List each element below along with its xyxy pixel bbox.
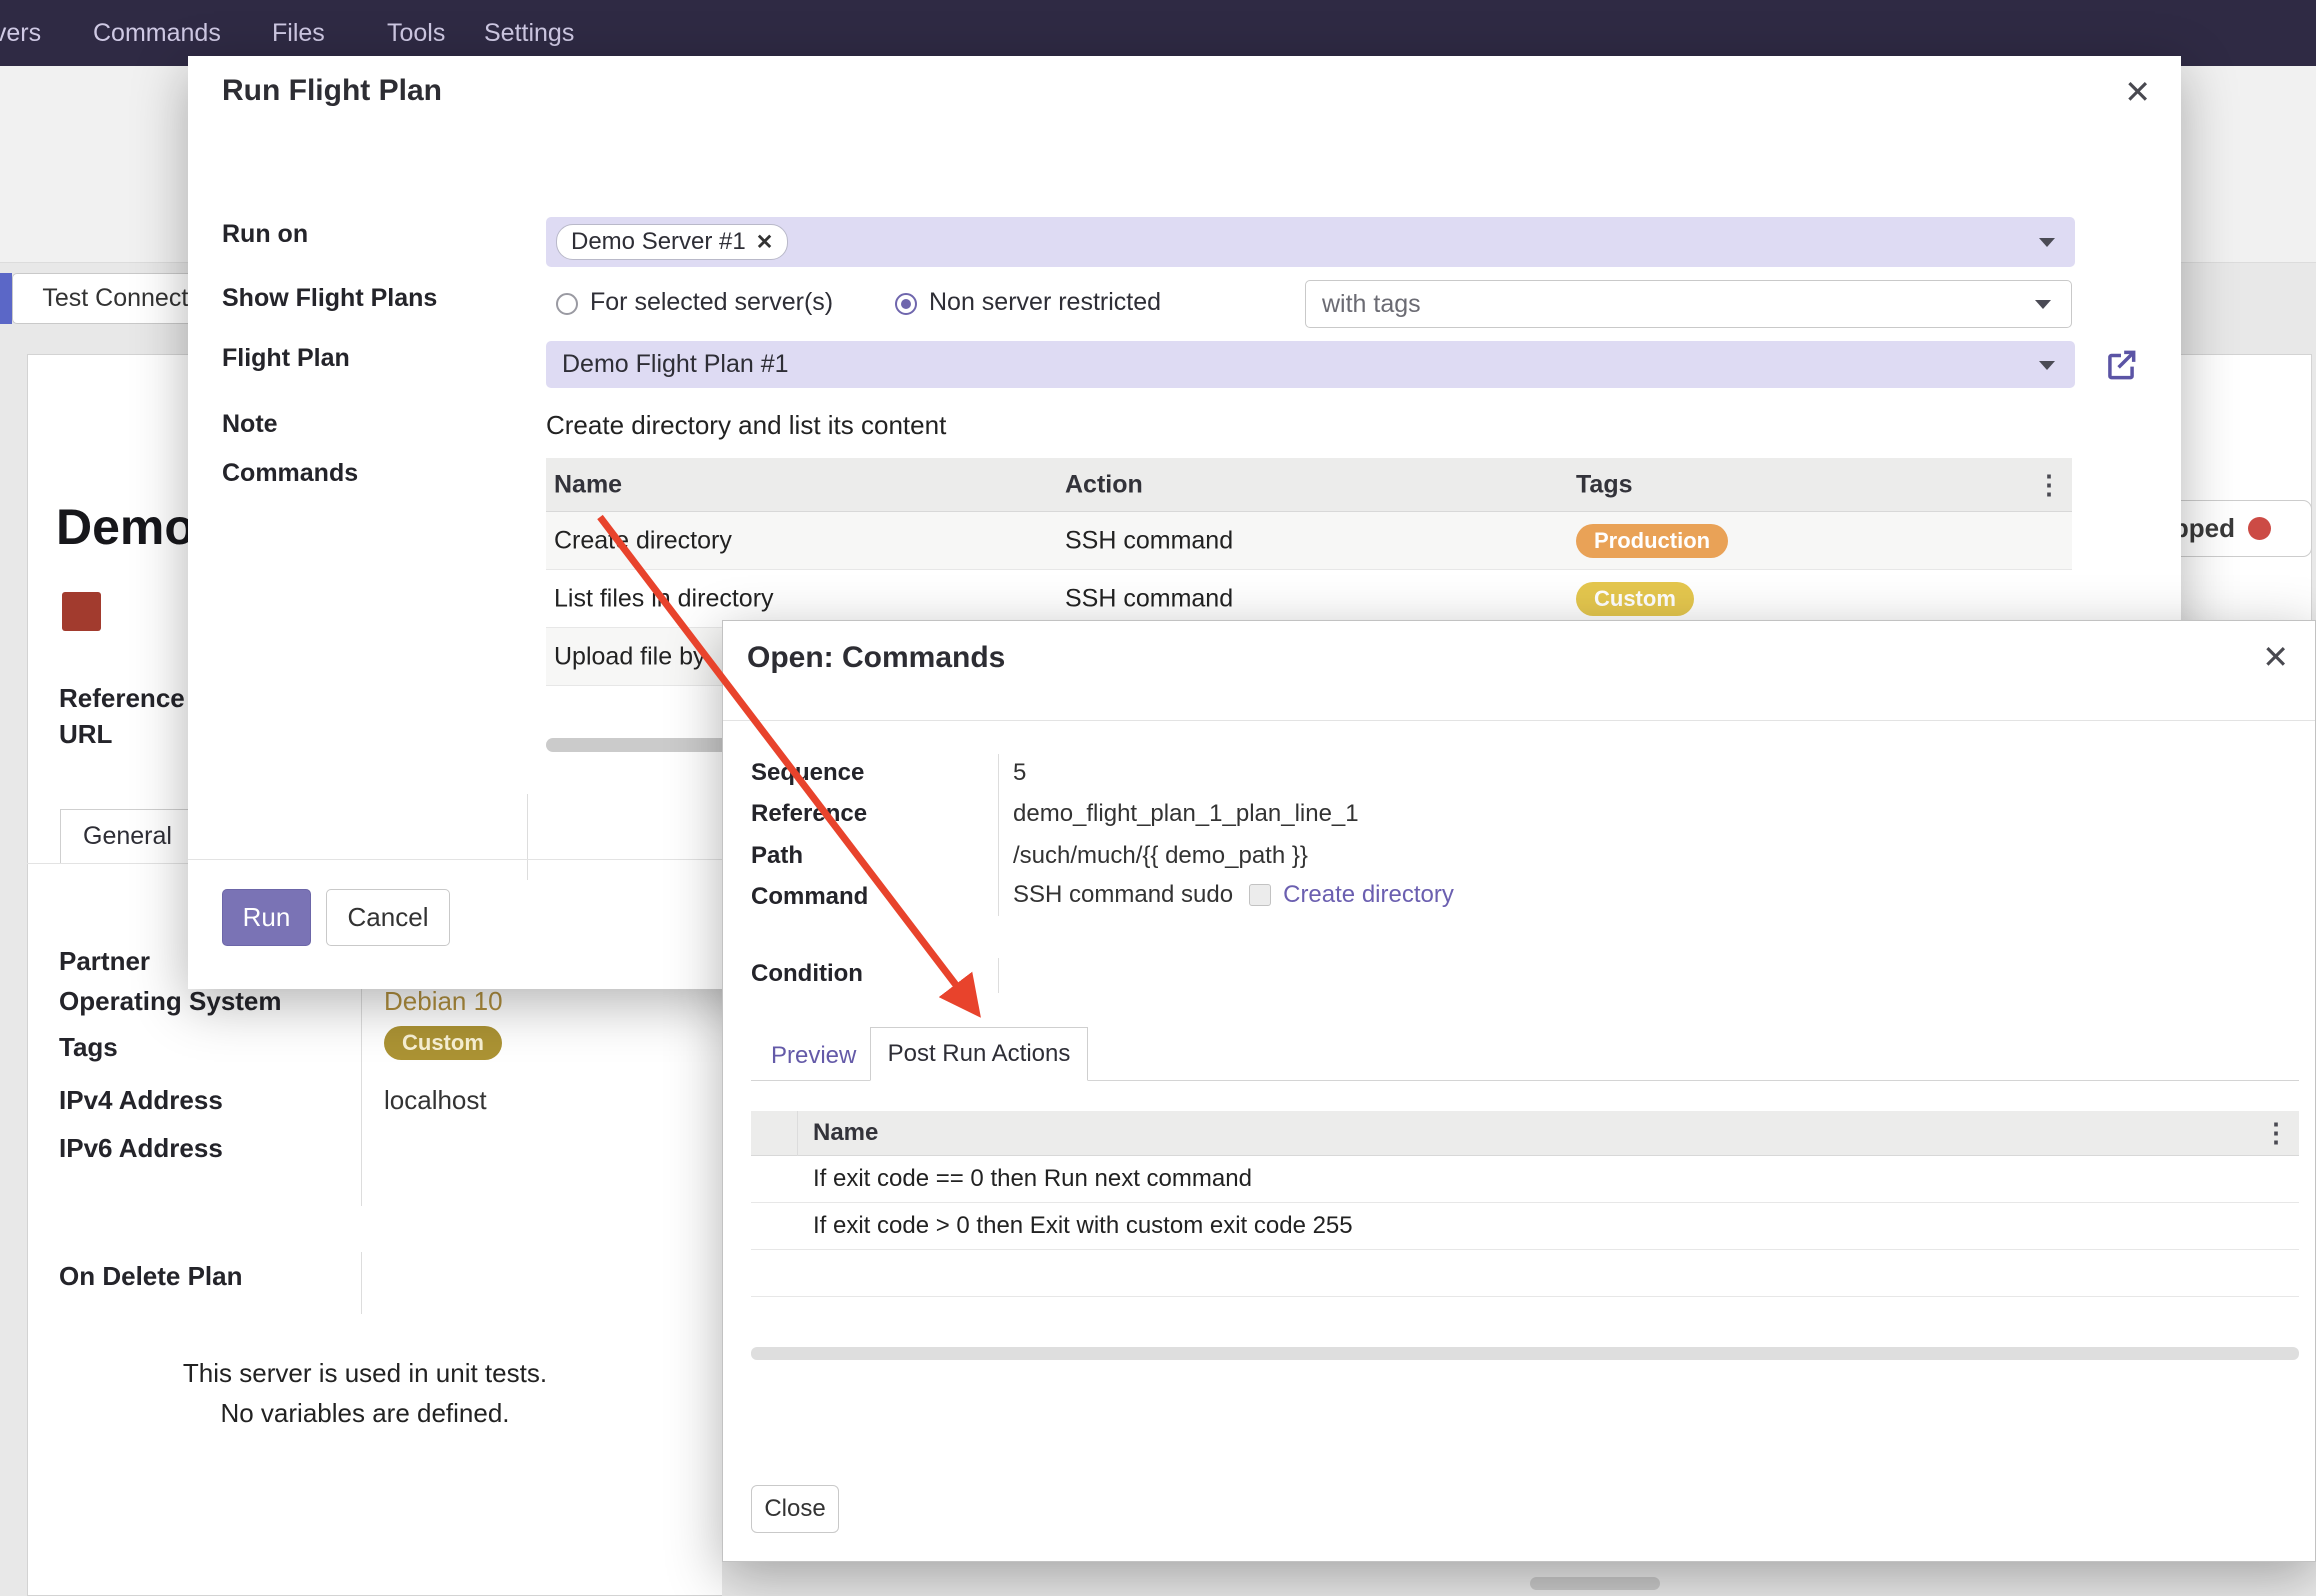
- with-tags-select[interactable]: with tags: [1305, 280, 2072, 328]
- tags-badge: Custom: [384, 1026, 502, 1060]
- header-divider: [723, 720, 2315, 721]
- note-label: Note: [222, 410, 278, 439]
- radio-non-server-restricted[interactable]: [895, 293, 917, 315]
- close-button[interactable]: Close: [751, 1485, 839, 1533]
- command-name-cell: Create directory: [554, 526, 732, 555]
- tab-preview[interactable]: Preview: [771, 1042, 856, 1070]
- flight-plan-value: Demo Flight Plan #1: [562, 350, 789, 379]
- column-header-name[interactable]: Name: [813, 1119, 878, 1147]
- label-value-divider: [361, 1252, 362, 1314]
- action-cell: SSH command: [1065, 584, 1233, 613]
- action-name-cell: If exit code > 0 then Exit with custom e…: [813, 1212, 1353, 1240]
- run-on-field[interactable]: Demo Server #1 ✕: [546, 217, 2075, 267]
- flight-plan-label: Flight Plan: [222, 344, 350, 373]
- chevron-down-icon[interactable]: [2039, 361, 2055, 370]
- external-link-icon[interactable]: [2102, 346, 2140, 384]
- post-run-actions-table: Name ⋮ If exit code == 0 then Run next c…: [751, 1111, 2299, 1297]
- status-dot-icon: [2248, 517, 2271, 540]
- close-icon[interactable]: ✕: [2124, 76, 2151, 108]
- server-chip[interactable]: Demo Server #1 ✕: [556, 224, 788, 260]
- command-name-cell: Upload file by: [554, 642, 705, 671]
- on-delete-plan-label: On Delete Plan: [59, 1261, 243, 1292]
- partner-label: Partner: [59, 946, 150, 977]
- background-scrollbar-thumb[interactable]: [1530, 1577, 1660, 1590]
- form-divider: [998, 754, 999, 916]
- tag-badge: Production: [1576, 524, 1728, 558]
- action-row[interactable]: If exit code == 0 then Run next command: [751, 1156, 2299, 1203]
- tab-general[interactable]: General: [60, 809, 206, 864]
- radio-for-selected-servers-label[interactable]: For selected server(s): [590, 288, 833, 317]
- path-value: /such/much/{{ demo_path }}: [1013, 842, 1308, 870]
- table-header: Name Action Tags ⋮: [546, 458, 2072, 512]
- tag-badge: Custom: [1576, 582, 1694, 616]
- condition-label: Condition: [751, 960, 863, 988]
- reference-value: demo_flight_plan_1_plan_line_1: [1013, 800, 1359, 828]
- close-icon[interactable]: ✕: [2262, 641, 2289, 673]
- command-value: SSH command sudo: [1013, 881, 1233, 909]
- tag-badge-wrap: Custom: [1576, 582, 1694, 616]
- tags-badge-wrap: Custom: [384, 1026, 502, 1060]
- left-accent-bar: [0, 273, 12, 324]
- server-chip-label: Demo Server #1: [571, 228, 746, 256]
- modal-title: Run Flight Plan: [222, 74, 442, 108]
- variables-note: No variables are defined.: [105, 1398, 625, 1429]
- with-tags-placeholder: with tags: [1322, 290, 1421, 319]
- open-commands-modal: Open: Commands ✕ Sequence Reference Path…: [722, 620, 2316, 1562]
- create-directory-link[interactable]: Create directory: [1283, 881, 1454, 909]
- form-divider: [527, 794, 528, 880]
- commands-label: Commands: [222, 459, 358, 488]
- nav-item-servers[interactable]: Servers: [0, 0, 41, 66]
- operating-system-value: Debian 10: [384, 986, 503, 1017]
- kebab-menu-icon[interactable]: ⋮: [2036, 469, 2062, 500]
- flight-plan-select[interactable]: Demo Flight Plan #1: [546, 341, 2075, 388]
- reference-label: Reference: [59, 683, 185, 714]
- sequence-label: Sequence: [751, 759, 864, 787]
- action-cell: SSH command: [1065, 526, 1233, 555]
- page-title: Demo: [56, 498, 195, 556]
- reference-label: Reference: [751, 800, 867, 828]
- ipv4-label: IPv4 Address: [59, 1085, 223, 1116]
- action-name-cell: If exit code == 0 then Run next command: [813, 1165, 1252, 1193]
- note-value: Create directory and list its content: [546, 410, 946, 441]
- path-label: Path: [751, 842, 803, 870]
- sudo-checkbox[interactable]: [1249, 884, 1271, 906]
- run-button[interactable]: Run: [222, 889, 311, 946]
- ipv4-value: localhost: [384, 1085, 487, 1116]
- url-label: URL: [59, 719, 112, 750]
- selector-column: [751, 1111, 798, 1156]
- action-row[interactable]: If exit code > 0 then Exit with custom e…: [751, 1203, 2299, 1250]
- tag-badge-wrap: Production: [1576, 524, 1728, 558]
- chip-remove-icon[interactable]: ✕: [756, 230, 774, 255]
- cancel-button[interactable]: Cancel: [326, 889, 450, 946]
- command-row: SSH command sudo Create directory: [1013, 881, 1454, 909]
- kebab-menu-icon[interactable]: ⋮: [2263, 1118, 2289, 1149]
- modal-title: Open: Commands: [747, 641, 1005, 675]
- empty-row: [751, 1250, 2299, 1297]
- show-flight-plans-label: Show Flight Plans: [222, 284, 437, 313]
- background-strip: [722, 1562, 2316, 1596]
- column-header-tags[interactable]: Tags: [1576, 470, 1633, 499]
- table-scrollbar-track[interactable]: [751, 1347, 2299, 1360]
- column-header-action[interactable]: Action: [1065, 470, 1143, 499]
- table-row[interactable]: Create directory SSH command Production: [546, 512, 2072, 570]
- color-swatch: [62, 592, 101, 631]
- operating-system-label: Operating System: [59, 986, 282, 1017]
- column-header-name[interactable]: Name: [554, 470, 622, 499]
- chevron-down-icon[interactable]: [2039, 238, 2055, 247]
- command-label: Command: [751, 883, 868, 911]
- screen: Servers Commands Files Tools Settings Te…: [0, 0, 2316, 1596]
- sequence-value: 5: [1013, 759, 1026, 787]
- table-header: Name ⋮: [751, 1111, 2299, 1156]
- tab-post-run-actions[interactable]: Post Run Actions: [870, 1027, 1088, 1081]
- radio-non-server-restricted-label[interactable]: Non server restricted: [929, 288, 1161, 317]
- tags-label: Tags: [59, 1032, 118, 1063]
- radio-for-selected-servers[interactable]: [556, 293, 578, 315]
- unit-test-note: This server is used in unit tests.: [105, 1358, 625, 1389]
- run-on-label: Run on: [222, 220, 308, 249]
- form-divider: [998, 958, 999, 993]
- ipv6-label: IPv6 Address: [59, 1133, 223, 1164]
- chevron-down-icon[interactable]: [2035, 300, 2051, 309]
- command-name-cell: List files in directory: [554, 584, 774, 613]
